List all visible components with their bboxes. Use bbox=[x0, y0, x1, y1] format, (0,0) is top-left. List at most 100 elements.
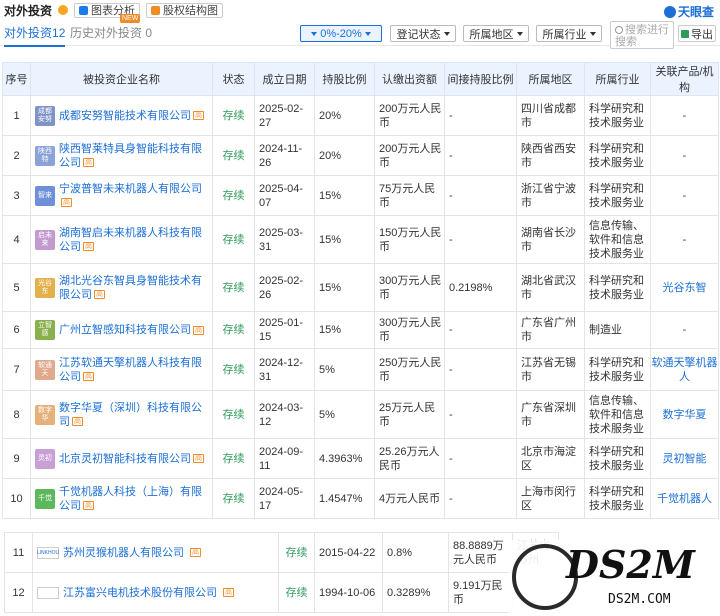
industry-cell: 科学研究和技术服务业 bbox=[584, 175, 651, 216]
reg-status-filter[interactable]: 登记状态 bbox=[390, 25, 456, 42]
table-row[interactable]: 1 成都安努 成都安努智能技术有限公司高 存续 2025-02-27 20% 2… bbox=[2, 95, 719, 136]
region-cell: 北京市海淀区 bbox=[516, 438, 585, 479]
search-input[interactable]: 搜索进行搜索 bbox=[610, 21, 674, 49]
equity-icon[interactable]: 高 bbox=[94, 290, 105, 300]
tab-current-investment[interactable]: 对外投资12 bbox=[4, 24, 66, 47]
industry-filter[interactable]: 所属行业 bbox=[536, 25, 602, 42]
region-cell: 浙江省宁波市 bbox=[516, 175, 585, 216]
company-cell: 数字华 数字华夏（深圳）科技有限公司高 bbox=[30, 390, 213, 439]
industry-cell: 科学研究和技术服务业 bbox=[584, 95, 651, 136]
brand-logo[interactable]: 天眼查 bbox=[663, 3, 714, 20]
investment-table: 序号 被投资企业名称 状态 成立日期 持股比例 认缴出资额 间接持股比例 所属地… bbox=[2, 62, 719, 519]
region-filter[interactable]: 所属地区 bbox=[463, 25, 529, 42]
company-logo: 灵初 bbox=[35, 448, 55, 469]
equity-icon[interactable]: 高 bbox=[83, 242, 94, 252]
tab-history-investment[interactable]: 历史对外投资 0 bbox=[70, 24, 152, 41]
company-cell: 江苏富兴电机技术股份有限公司高 bbox=[32, 572, 279, 613]
indirect-ratio: - bbox=[444, 135, 517, 176]
equity-icon[interactable]: 高 bbox=[83, 372, 94, 382]
table-row[interactable]: 8 数字华 数字华夏（深圳）科技有限公司高 存续 2024-03-12 5% 2… bbox=[2, 390, 719, 439]
equity-icon[interactable]: 高 bbox=[193, 454, 204, 464]
col-header[interactable]: 成立日期 bbox=[254, 62, 315, 96]
company-name-link[interactable]: 江苏软通天擎机器人科技有限公司 bbox=[59, 357, 202, 383]
subscribed-capital: 25.26万元人民币 bbox=[374, 438, 445, 479]
established-date: 2015-04-22 bbox=[314, 532, 383, 573]
table-row[interactable]: 9 灵初 北京灵初智能科技有限公司高 存续 2024-09-11 4.3963%… bbox=[2, 438, 719, 479]
region-cell: 上海市闵行区 bbox=[516, 478, 585, 519]
company-name-link[interactable]: 千觉机器人科技（上海）有限公司 bbox=[59, 486, 202, 512]
company-name-link[interactable]: 陕西智莱特具身智能科技有限公司 bbox=[59, 143, 202, 169]
row-index: 6 bbox=[2, 311, 31, 349]
company-name-link[interactable]: 宁波普智未来机器人有限公司 bbox=[59, 183, 202, 195]
company-name-link[interactable]: 湖南智启未来机器人科技有限公司 bbox=[59, 227, 202, 253]
table-row[interactable]: 10 千觉 千觉机器人科技（上海）有限公司高 存续 2024-05-17 1.4… bbox=[2, 478, 719, 519]
industry-cell: 信息传输、软件和信息技术服务业 bbox=[584, 390, 651, 439]
ratio-filter[interactable]: 0%-20% bbox=[300, 25, 382, 42]
company-name-link[interactable]: 苏州灵猴机器人有限公司 bbox=[63, 546, 184, 560]
chevron-down-icon bbox=[516, 31, 523, 36]
related-product[interactable]: 灵初智能 bbox=[650, 438, 719, 479]
chevron-down-icon bbox=[364, 31, 371, 36]
tianyancha-logo-icon bbox=[663, 5, 676, 18]
table-row[interactable]: 2 陕西特 陕西智莱特具身智能科技有限公司高 存续 2024-11-26 20%… bbox=[2, 135, 719, 176]
indirect-ratio: - bbox=[444, 175, 517, 216]
related-product[interactable]: 软通天擎机器人 bbox=[650, 348, 719, 391]
subscribed-capital: 150万元人民币 bbox=[374, 215, 445, 264]
chevron-down-icon bbox=[589, 31, 596, 36]
related-product: - bbox=[650, 95, 719, 136]
table-row[interactable]: 5 光谷东 湖北光谷东智具身智能技术有限公司高 存续 2025-02-26 15… bbox=[2, 263, 719, 312]
equity-icon[interactable]: 高 bbox=[61, 198, 72, 208]
company-logo: 千觉 bbox=[35, 488, 55, 509]
equity-icon[interactable]: 高 bbox=[190, 548, 201, 557]
table-row[interactable]: 11 LINKHOU 苏州灵猴机器人有限公司高 存续 2015-04-22 0.… bbox=[4, 532, 559, 573]
table-row[interactable]: 7 软通天 江苏软通天擎机器人科技有限公司高 存续 2024-12-31 5% … bbox=[2, 348, 719, 391]
subscribed-capital: 200万元人民币 bbox=[374, 95, 445, 136]
watermark-url: DS2M.COM bbox=[608, 592, 671, 607]
related-product[interactable]: 光谷东智 bbox=[650, 263, 719, 312]
company-name-link[interactable]: 成都安努智能技术有限公司 bbox=[59, 110, 191, 122]
related-product: - bbox=[650, 215, 719, 264]
equity-icon[interactable]: 高 bbox=[83, 501, 94, 511]
row-index: 5 bbox=[2, 263, 31, 312]
table-row[interactable]: 4 启未来 湖南智启未来机器人科技有限公司高 存续 2025-03-31 15%… bbox=[2, 215, 719, 264]
equity-icon[interactable]: 高 bbox=[223, 588, 234, 597]
equity-icon[interactable]: 高 bbox=[193, 325, 204, 335]
table-row[interactable]: 12 江苏富兴电机技术股份有限公司高 存续 1994-10-06 0.3289%… bbox=[4, 572, 559, 613]
related-product[interactable]: 千觉机器人 bbox=[650, 478, 719, 519]
table-row[interactable]: 3 智来 宁波普智未来机器人有限公司高 存续 2025-04-07 15% 75… bbox=[2, 175, 719, 216]
reg-status-label: 登记状态 bbox=[396, 28, 441, 41]
company-logo: 启未来 bbox=[35, 229, 55, 250]
search-placeholder: 搜索进行搜索 bbox=[615, 24, 669, 48]
related-product: - bbox=[650, 311, 719, 349]
company-name-link[interactable]: 北京灵初智能科技有限公司 bbox=[59, 453, 191, 465]
equity-icon[interactable]: 高 bbox=[72, 417, 83, 427]
company-logo: 光谷东 bbox=[35, 277, 55, 298]
established-date: 2024-03-12 bbox=[254, 390, 315, 439]
industry-cell: 科学研究和技术服务业 bbox=[584, 478, 651, 519]
indirect-ratio: - bbox=[444, 348, 517, 391]
equity-structure-button[interactable]: 股权结构图 bbox=[146, 2, 224, 18]
company-cell: 灵初 北京灵初智能科技有限公司高 bbox=[30, 438, 213, 479]
export-button[interactable]: 导出 bbox=[678, 25, 716, 42]
related-product[interactable]: 数字华夏 bbox=[650, 390, 719, 439]
equity-icon[interactable]: 高 bbox=[193, 111, 204, 121]
company-name-link[interactable]: 广州立智感知科技有限公司 bbox=[59, 324, 191, 336]
col-header: 关联产品/机构 bbox=[650, 62, 719, 96]
subscribed-capital: 9.191万民币 bbox=[448, 572, 513, 613]
watermark: DS2M DS2M.COM bbox=[508, 540, 718, 614]
col-header: 序号 bbox=[2, 62, 31, 96]
company-name-link[interactable]: 江苏富兴电机技术股份有限公司 bbox=[63, 586, 217, 600]
industry-cell: 科学研究和技术服务业 bbox=[584, 135, 651, 176]
col-header: 所属地区 bbox=[516, 62, 585, 96]
table-row[interactable]: 6 立智感 广州立智感知科技有限公司高 存续 2025-01-15 15% 30… bbox=[2, 311, 719, 349]
region-cell: 广东省深圳市 bbox=[516, 390, 585, 439]
indirect-ratio: - bbox=[444, 95, 517, 136]
col-header[interactable]: 持股比例 bbox=[314, 62, 375, 96]
subscribed-capital: 300万元人民币 bbox=[374, 311, 445, 349]
equity-icon[interactable]: 高 bbox=[83, 158, 94, 168]
bell-icon[interactable] bbox=[58, 5, 69, 15]
holding-ratio: 4.3963% bbox=[314, 438, 375, 479]
col-header[interactable]: 认缴出资额 bbox=[374, 62, 445, 96]
company-name-link[interactable]: 湖北光谷东智具身智能技术有限公司 bbox=[59, 275, 202, 301]
equity-structure-label: 股权结构图 bbox=[163, 5, 219, 17]
